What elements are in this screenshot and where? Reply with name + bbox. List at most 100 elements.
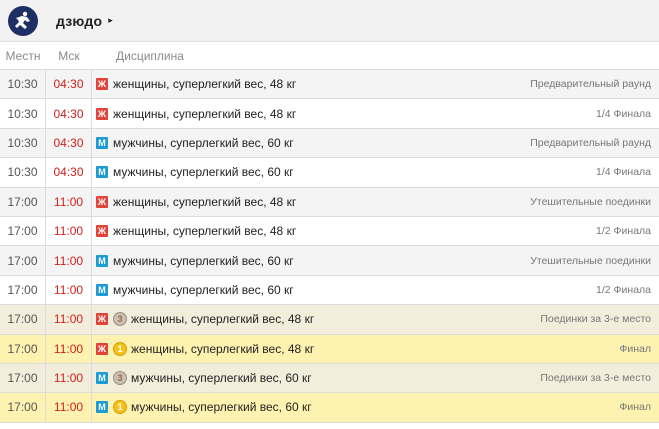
discipline-name[interactable]: мужчины, суперлегкий вес, 60 кг xyxy=(131,371,312,385)
medal-glyph: 3 xyxy=(117,373,123,384)
discipline-cell: Ммужчины, суперлегкий вес, 60 кг xyxy=(92,283,596,297)
moscow-time: 11:00 xyxy=(46,246,92,275)
table-header: Местн Мск Дисциплина xyxy=(0,42,659,70)
local-time: 17:00 xyxy=(0,305,46,334)
local-time: 17:00 xyxy=(0,187,46,216)
stage-label: Поединки за 3-е место xyxy=(540,313,651,326)
discipline-cell: Ммужчины, суперлегкий вес, 60 кг xyxy=(92,165,596,179)
men-icon: М xyxy=(96,372,108,385)
stage-label: 1/4 Финала xyxy=(596,107,651,120)
schedule-row[interactable]: 17:00 11:00 Ммужчины, суперлегкий вес, 60 … xyxy=(0,246,659,276)
discipline-cell: М 3 мужчины, суперлегкий вес, 60 кг xyxy=(92,371,540,386)
women-icon: Ж xyxy=(96,78,108,91)
men-icon: М xyxy=(96,136,108,149)
moscow-time: 11:00 xyxy=(46,363,92,393)
discipline-cell: Жженщины, суперлегкий вес, 48 кг xyxy=(92,224,596,238)
schedule-row[interactable]: 10:30 04:30 Ммужчины, суперлегкий вес, 60 … xyxy=(0,128,659,159)
medal-glyph: 1 xyxy=(117,402,123,413)
men-icon: М xyxy=(96,401,108,414)
discipline-cell: Жженщины, суперлегкий вес, 48 кг xyxy=(92,107,596,121)
discipline-cell: Жженщины, суперлегкий вес, 48 кг xyxy=(92,195,530,209)
schedule-row[interactable]: 17:00 11:00 Жженщины, суперлегкий вес, 48 … xyxy=(0,216,659,247)
discipline-name[interactable]: женщины, суперлегкий вес, 48 кг xyxy=(131,312,314,326)
moscow-time: 11:00 xyxy=(46,334,92,363)
discipline-cell: Ммужчины, суперлегкий вес, 60 кг xyxy=(92,136,530,150)
schedule-row[interactable]: 17:00 11:00 Ммужчины, суперлегкий вес, 60 … xyxy=(0,275,659,306)
local-time: 17:00 xyxy=(0,363,46,393)
moscow-time: 11:00 xyxy=(46,187,92,216)
discipline-cell: Жженщины, суперлегкий вес, 48 кг xyxy=(92,77,530,91)
stage-label: Предварительный раунд xyxy=(530,78,651,91)
chevron-right-icon[interactable]: ▸ xyxy=(108,15,113,26)
moscow-time: 11:00 xyxy=(46,275,92,305)
schedule-row[interactable]: 10:30 04:30 Жженщины, суперлегкий вес, 48 … xyxy=(0,70,659,100)
bronze-medal-icon: 3 xyxy=(113,312,127,327)
women-icon: Ж xyxy=(96,107,108,120)
column-local-time: Местн xyxy=(5,48,41,63)
discipline-name[interactable]: женщины, суперлегкий вес, 48 кг xyxy=(131,342,314,356)
moscow-time: 04:30 xyxy=(46,128,92,158)
discipline-cell: Ж 3 женщины, суперлегкий вес, 48 кг xyxy=(92,312,540,327)
moscow-time: 04:30 xyxy=(46,99,92,128)
moscow-time: 11:00 xyxy=(46,393,92,422)
discipline-name[interactable]: женщины, суперлегкий вес, 48 кг xyxy=(113,195,296,209)
women-icon: Ж xyxy=(96,313,108,326)
discipline-name[interactable]: женщины, суперлегкий вес, 48 кг xyxy=(113,107,296,121)
stage-label: Утешительные поединки xyxy=(530,195,651,208)
moscow-time: 11:00 xyxy=(46,216,92,246)
column-discipline: Дисциплина xyxy=(116,48,184,63)
schedule-row[interactable]: 10:30 04:30 Жженщины, суперлегкий вес, 48 … xyxy=(0,99,659,129)
schedule-table: 10:30 04:30 Жженщины, суперлегкий вес, 48 … xyxy=(0,70,659,423)
discipline-name[interactable]: мужчины, суперлегкий вес, 60 кг xyxy=(113,165,294,179)
stage-label: Утешительные поединки xyxy=(530,254,651,267)
local-time: 10:30 xyxy=(0,128,46,158)
stage-label: Финал xyxy=(619,342,651,355)
schedule-row[interactable]: 17:00 11:00 Ж 3 женщины, суперлегкий вес, 48… xyxy=(0,305,659,335)
schedule-row[interactable]: 17:00 11:00 М 1 мужчины, суперлегкий вес, 60… xyxy=(0,393,659,423)
women-icon: Ж xyxy=(96,225,108,238)
local-time: 17:00 xyxy=(0,334,46,363)
schedule-row[interactable]: 17:00 11:00 Ж 1 женщины, суперлегкий вес, 48… xyxy=(0,334,659,364)
men-icon: М xyxy=(96,166,108,179)
sport-title[interactable]: Дзюдо xyxy=(56,13,102,29)
stage-label: 1/2 Финала xyxy=(596,225,651,238)
discipline-name[interactable]: женщины, суперлегкий вес, 48 кг xyxy=(113,77,296,91)
medal-glyph: 1 xyxy=(117,343,123,354)
column-moscow-time: Мск xyxy=(58,48,80,63)
discipline-name[interactable]: мужчины, суперлегкий вес, 60 кг xyxy=(113,283,294,297)
local-time: 10:30 xyxy=(0,99,46,128)
stage-label: Поединки за 3-е место xyxy=(540,372,651,385)
men-icon: М xyxy=(96,283,108,296)
local-time: 17:00 xyxy=(0,275,46,305)
discipline-cell: Ж 1 женщины, суперлегкий вес, 48 кг xyxy=(92,341,619,356)
stage-label: Финал xyxy=(619,401,651,414)
gold-medal-icon: 1 xyxy=(113,341,127,356)
stage-label: 1/2 Финала xyxy=(596,283,651,296)
schedule-row[interactable]: 17:00 11:00 М 3 мужчины, суперлегкий вес, 60… xyxy=(0,363,659,394)
gold-medal-icon: 1 xyxy=(113,400,127,415)
discipline-name[interactable]: мужчины, суперлегкий вес, 60 кг xyxy=(131,400,312,414)
men-icon: М xyxy=(96,254,108,267)
local-time: 17:00 xyxy=(0,393,46,422)
stage-label: 1/4 Финала xyxy=(596,166,651,179)
women-icon: Ж xyxy=(96,342,108,355)
schedule-row[interactable]: 17:00 11:00 Жженщины, суперлегкий вес, 48 … xyxy=(0,187,659,217)
moscow-time: 04:30 xyxy=(46,158,92,187)
discipline-cell: Ммужчины, суперлегкий вес, 60 кг xyxy=(92,254,530,268)
women-icon: Ж xyxy=(96,195,108,208)
sport-header: Дзюдо ▸ xyxy=(0,0,659,42)
schedule-row[interactable]: 10:30 04:30 Ммужчины, суперлегкий вес, 60 … xyxy=(0,158,659,188)
moscow-time: 11:00 xyxy=(46,305,92,334)
discipline-name[interactable]: женщины, суперлегкий вес, 48 кг xyxy=(113,224,296,238)
judo-sport-icon xyxy=(8,5,38,36)
local-time: 17:00 xyxy=(0,216,46,246)
local-time: 10:30 xyxy=(0,158,46,187)
bronze-medal-icon: 3 xyxy=(113,371,127,386)
discipline-cell: М 1 мужчины, суперлегкий вес, 60 кг xyxy=(92,400,619,415)
local-time: 10:30 xyxy=(0,70,46,99)
stage-label: Предварительный раунд xyxy=(530,136,651,149)
moscow-time: 04:30 xyxy=(46,70,92,99)
medal-glyph: 3 xyxy=(117,314,123,325)
discipline-name[interactable]: мужчины, суперлегкий вес, 60 кг xyxy=(113,136,294,150)
discipline-name[interactable]: мужчины, суперлегкий вес, 60 кг xyxy=(113,254,294,268)
